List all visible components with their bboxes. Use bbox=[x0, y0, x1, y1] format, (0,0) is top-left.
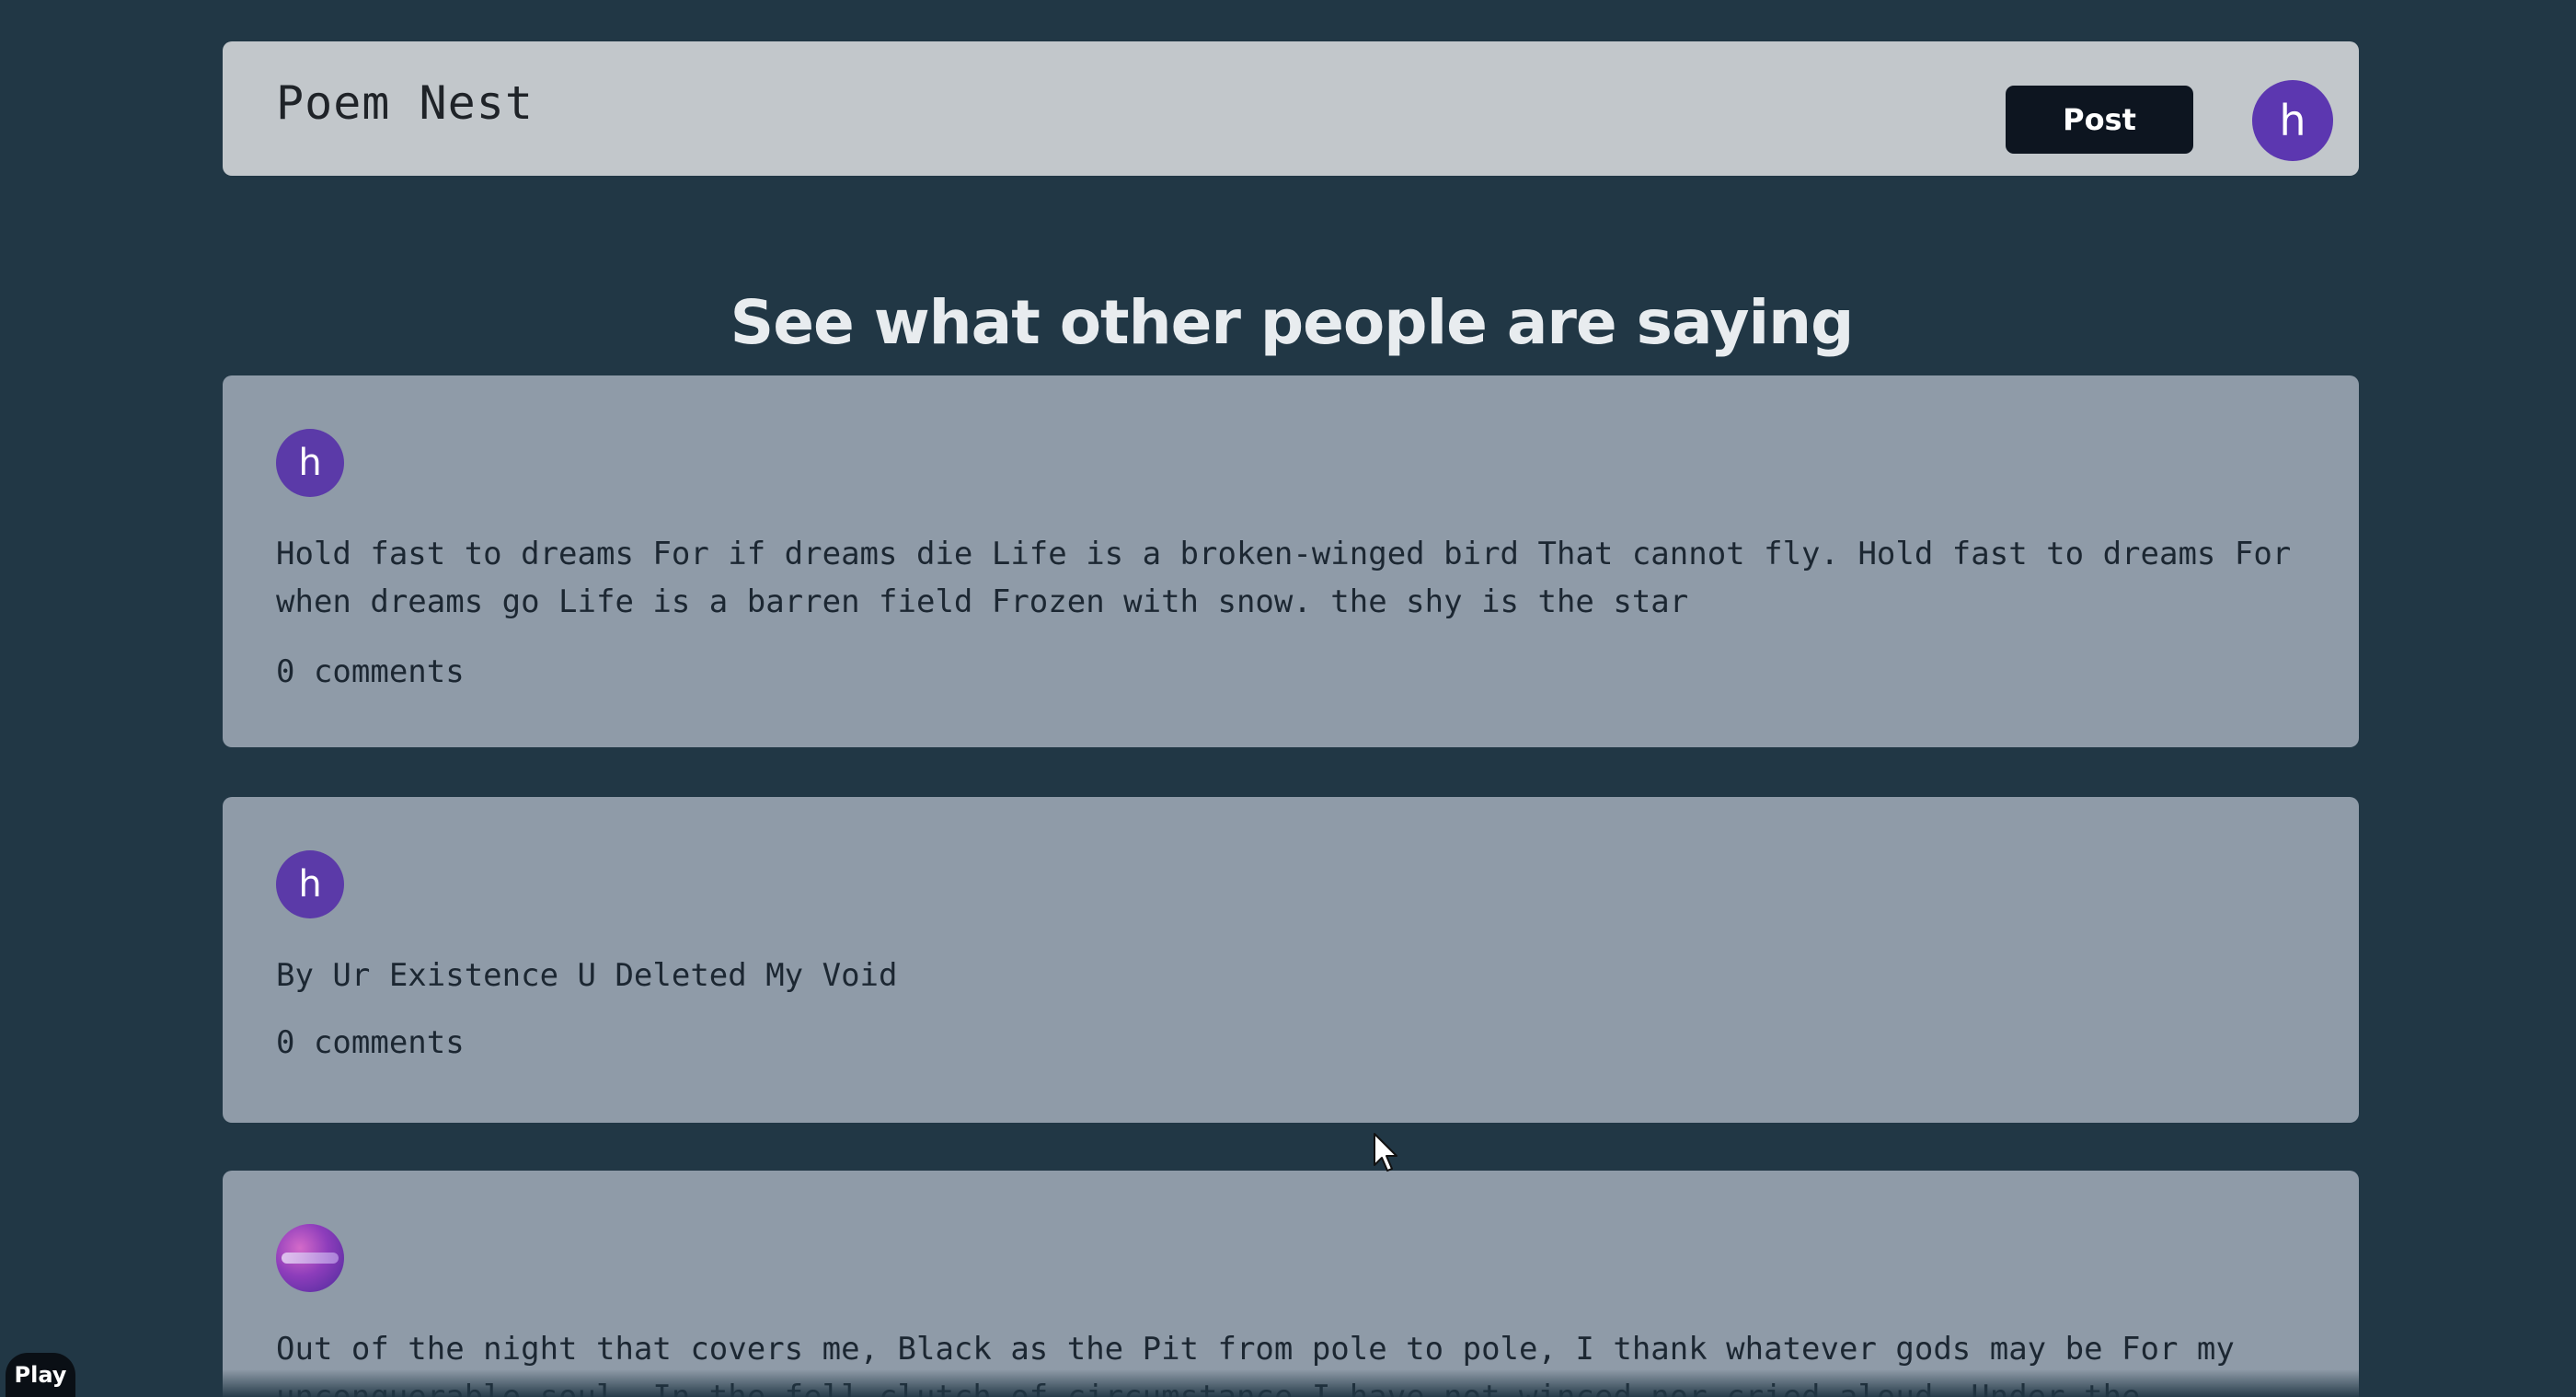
play-button[interactable]: Play bbox=[6, 1353, 75, 1397]
poem-card: Out of the night that covers me, Black a… bbox=[223, 1171, 2359, 1397]
comments-count-link[interactable]: 0 comments bbox=[276, 656, 465, 687]
poem-text: Hold fast to dreams For if dreams die Li… bbox=[276, 536, 2292, 620]
poem-text: By Ur Existence U Deleted My Void bbox=[276, 957, 898, 994]
author-avatar-image-icon[interactable] bbox=[276, 1224, 344, 1292]
post-button[interactable]: Post bbox=[2006, 86, 2193, 154]
author-avatar[interactable]: h bbox=[276, 850, 344, 918]
top-nav-bar: Poem Nest Post h bbox=[223, 41, 2359, 176]
poem-card: h Hold fast to dreams For if dreams die … bbox=[223, 375, 2359, 747]
user-avatar-button[interactable]: h bbox=[2252, 80, 2333, 161]
app-brand-title[interactable]: Poem Nest bbox=[276, 80, 534, 126]
avatar-logo-mark bbox=[282, 1253, 339, 1264]
poem-card: h By Ur Existence U Deleted My Void 0 co… bbox=[223, 797, 2359, 1123]
comments-count-link[interactable]: 0 comments bbox=[276, 1027, 465, 1058]
mouse-cursor-icon bbox=[1374, 1133, 1397, 1172]
author-avatar[interactable]: h bbox=[276, 429, 344, 497]
page-title: See what other people are saying bbox=[730, 287, 1855, 359]
bottom-edge-fade bbox=[0, 1369, 2576, 1397]
